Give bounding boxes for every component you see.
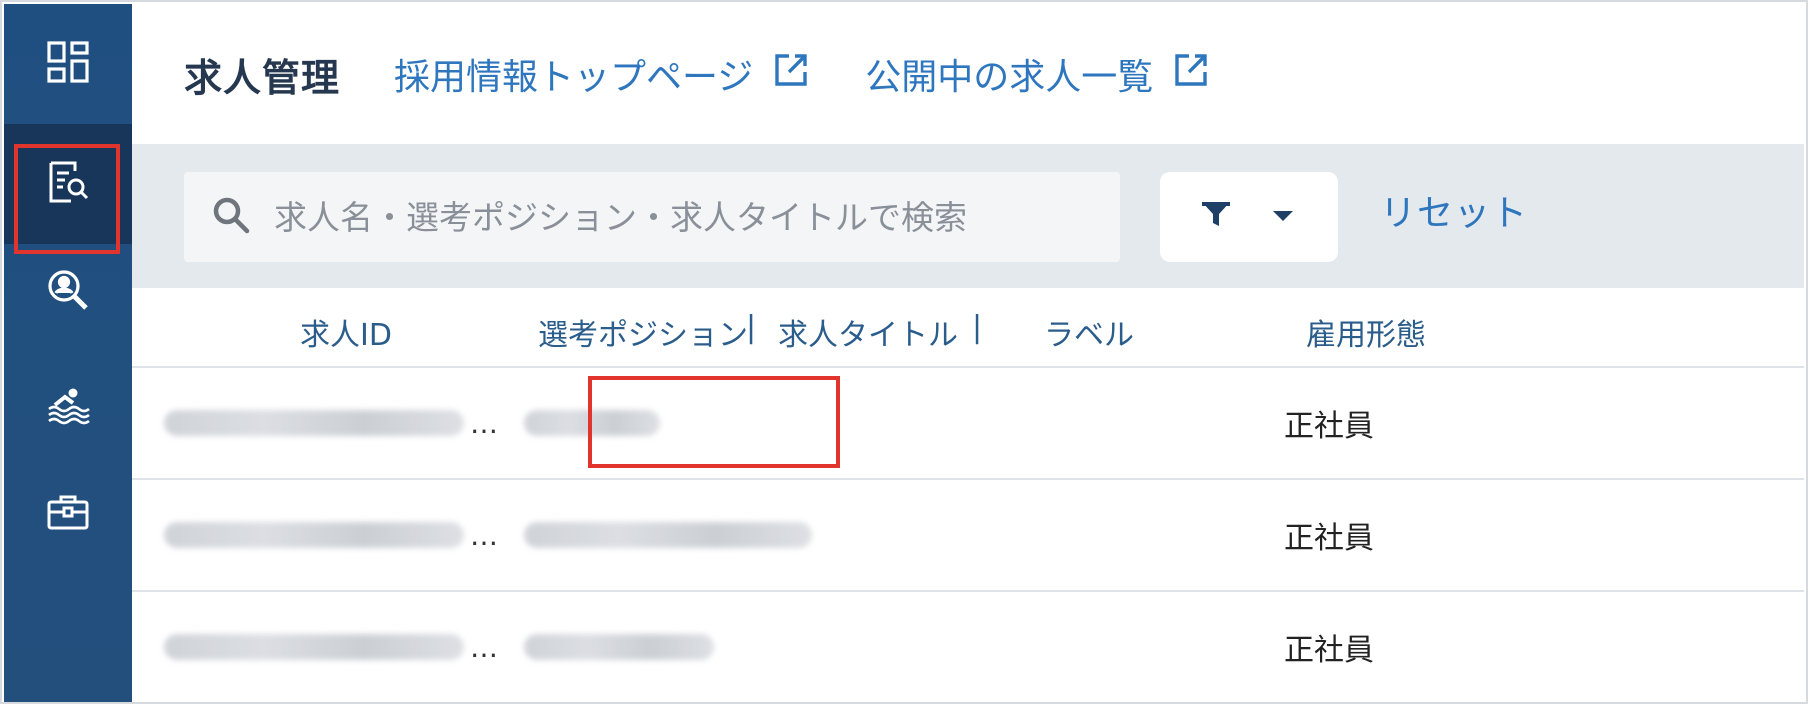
redacted-job-id [164, 410, 464, 436]
position-cell [524, 480, 812, 590]
sidebar-item-candidates[interactable] [4, 232, 132, 352]
redacted-position [524, 522, 812, 548]
reset-link[interactable]: リセット [1380, 184, 1528, 236]
recruit-top-page-link[interactable]: 採用情報トップページ [394, 48, 811, 100]
search-icon [210, 194, 252, 240]
employment-type-cell: 正社員 [1284, 633, 1374, 668]
table-row[interactable]: … 正社員 [132, 368, 1804, 480]
table-row[interactable]: … 正社員 [132, 592, 1804, 702]
recruit-top-page-link-label: 採用情報トップページ [394, 57, 754, 98]
caret-down-icon [1266, 198, 1300, 236]
truncation-ellipsis: … [470, 630, 498, 664]
column-separator: | [746, 310, 757, 345]
column-separator: | [972, 310, 983, 345]
briefcase-icon [43, 487, 93, 541]
page-header: 求人管理 採用情報トップページ 公開中の求人一覧 [132, 4, 1804, 144]
position-cell [524, 368, 660, 478]
external-link-icon [1153, 50, 1211, 99]
column-header-job-id[interactable]: 求人ID [300, 310, 392, 354]
external-link-icon [753, 50, 811, 99]
job-id-cell: … [164, 480, 498, 590]
job-search-document-icon [43, 157, 93, 211]
column-header-position[interactable]: 選考ポジション [538, 310, 748, 354]
sidebar-item-dashboard[interactable] [4, 4, 132, 124]
sidebar-item-briefcase[interactable] [4, 454, 132, 574]
filter-dropdown-button[interactable] [1160, 172, 1338, 262]
truncation-ellipsis: … [470, 406, 498, 440]
public-jobs-list-link[interactable]: 公開中の求人一覧 [865, 48, 1211, 100]
swimmer-icon [43, 377, 93, 431]
redacted-position [524, 410, 660, 436]
column-header-job-title[interactable]: 求人タイトル [778, 310, 958, 354]
candidate-search-icon [43, 265, 93, 319]
search-toolbar: リセット [132, 144, 1804, 288]
redacted-job-id [164, 634, 464, 660]
position-cell [524, 592, 714, 702]
public-jobs-list-link-label: 公開中の求人一覧 [865, 57, 1154, 98]
column-header-label[interactable]: ラベル [1044, 310, 1134, 354]
employment-type-cell: 正社員 [1284, 521, 1374, 556]
redacted-position [524, 634, 714, 660]
employment-type-cell: 正社員 [1284, 409, 1374, 444]
search-input[interactable] [274, 197, 1094, 237]
job-id-cell: … [164, 592, 498, 702]
filter-funnel-icon [1199, 198, 1233, 236]
redacted-job-id [164, 522, 464, 548]
truncation-ellipsis: … [470, 518, 498, 552]
sidebar [4, 4, 132, 702]
jobs-table: 求人ID 選考ポジション | 求人タイトル | ラベル 雇用形態 … 正社員 … [132, 288, 1804, 700]
column-header-employment-type[interactable]: 雇用形態 [1306, 310, 1426, 354]
dashboard-grid-icon [43, 37, 93, 91]
app-window: 求人管理 採用情報トップページ 公開中の求人一覧 求人名・選考ポジション・求人タ… [0, 0, 1808, 704]
table-header: 求人ID 選考ポジション | 求人タイトル | ラベル 雇用形態 [132, 288, 1804, 368]
table-row[interactable]: … 正社員 [132, 480, 1804, 592]
sidebar-item-swimmer[interactable] [4, 344, 132, 464]
sidebar-item-jobs[interactable] [4, 124, 132, 244]
job-id-cell: … [164, 368, 498, 478]
search-box[interactable] [184, 172, 1120, 262]
page-title: 求人管理 [184, 55, 341, 100]
